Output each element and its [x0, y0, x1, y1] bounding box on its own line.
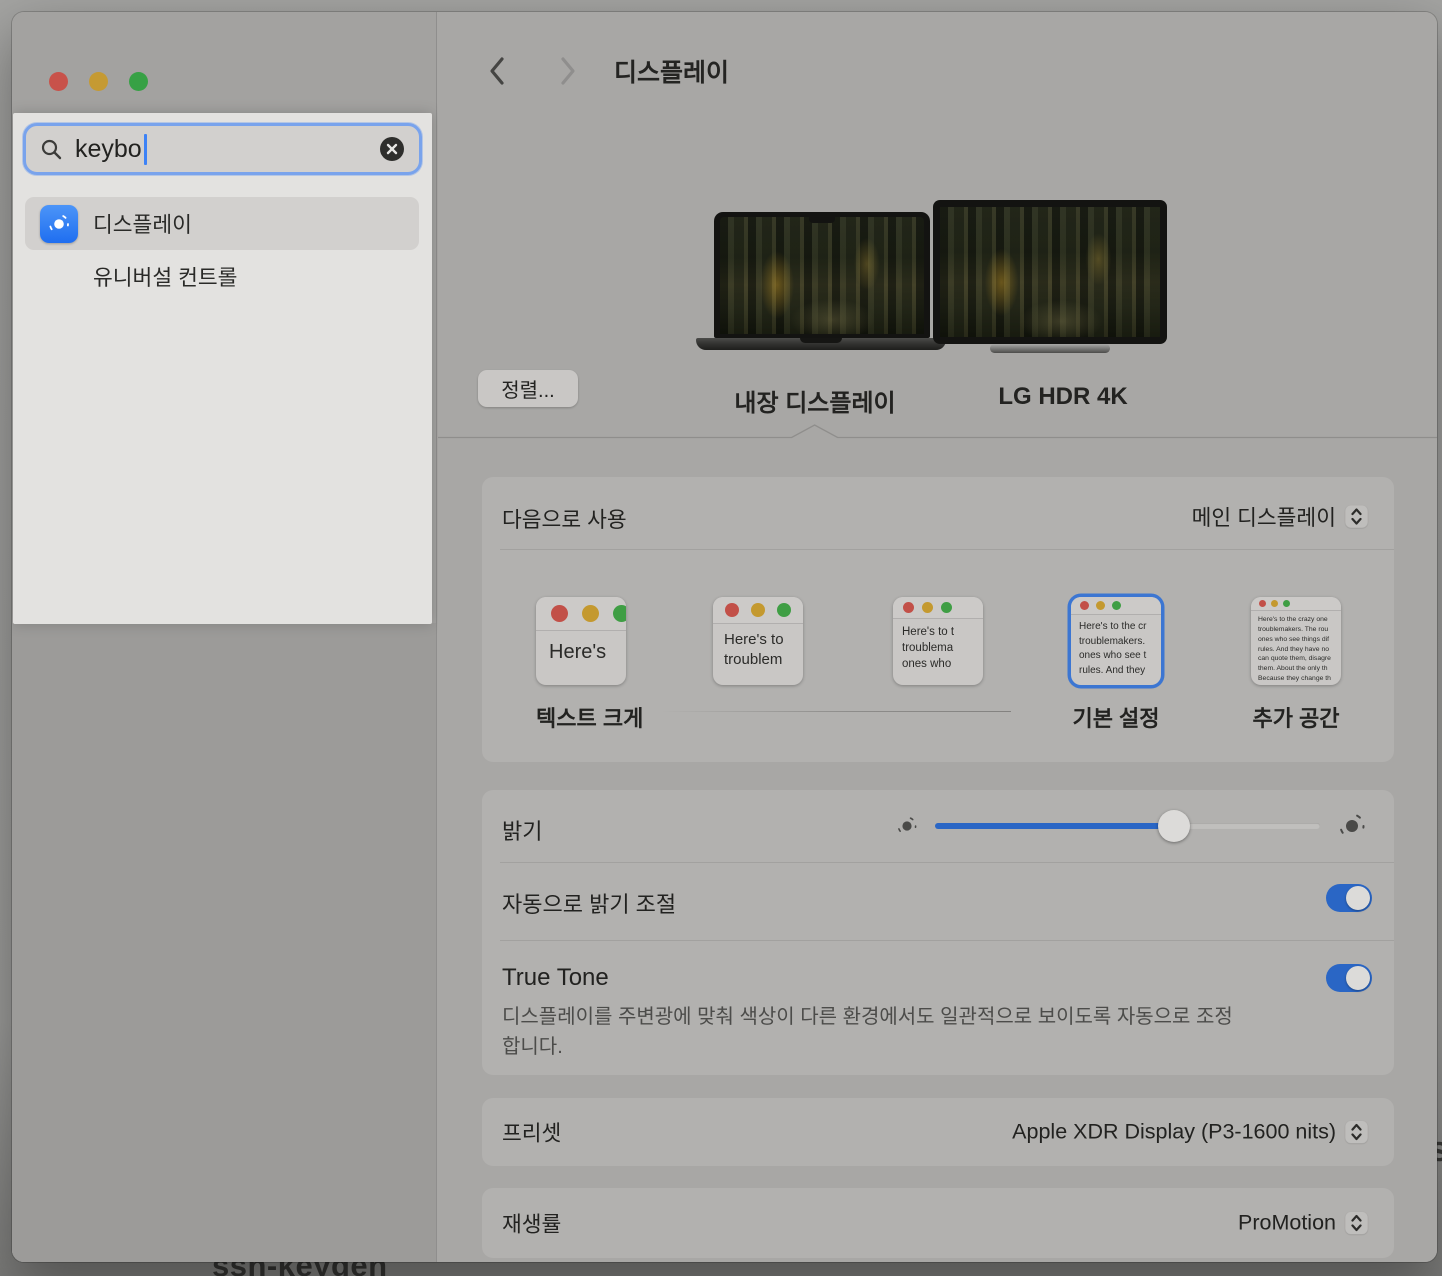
preset-value: Apple XDR Display (P3-1600 nits): [1012, 1120, 1336, 1145]
brightness-label: 밝기: [502, 814, 542, 846]
builtin-display-label: 내장 디스플레이: [734, 383, 895, 418]
scaling-preview-window: Here's to ttroublemaones who: [893, 597, 983, 685]
scaling-option-label: 기본 설정: [1071, 701, 1161, 733]
auto-brightness-row: 자동으로 밝기 조절: [502, 862, 1394, 940]
section-divider-with-notch: [438, 424, 1437, 440]
true-tone-description: 디스플레이를 주변광에 맞춰 색상이 다른 환경에서도 일관적으로 보이도록 자…: [502, 1002, 1242, 1062]
search-value: keybo: [75, 135, 142, 164]
screen: ssh-keygen s: [0, 0, 1442, 1276]
lg-display-label: LG HDR 4K: [998, 383, 1127, 411]
refresh-rate-dropdown[interactable]: [1345, 1212, 1368, 1235]
refresh-rate-label: 재생률: [502, 1208, 561, 1239]
preview-traffic-lights: [1071, 597, 1161, 615]
scaling-option-3[interactable]: Here's to the crtroublemakers.ones who s…: [1071, 597, 1161, 733]
true-tone-row: True Tone 디스플레이를 주변광에 맞춰 색상이 다른 환경에서도 일관…: [502, 940, 1394, 1075]
preset-label: 프리셋: [502, 1117, 561, 1148]
laptop-base: [696, 338, 946, 350]
zoom-button[interactable]: [129, 72, 148, 91]
display-settings-pane: 디스플레이 내장 디스플레이 LG HDR 4K 정렬... 다음으로 사용: [438, 12, 1437, 1262]
preset-row: 프리셋 Apple XDR Display (P3-1600 nits): [502, 1098, 1394, 1166]
display-thumbnail-builtin[interactable]: [714, 212, 930, 338]
preview-text: Here's to the crazy onetroublemakers. Th…: [1251, 611, 1341, 684]
close-button[interactable]: [49, 72, 68, 91]
scaling-option-0[interactable]: Here's 텍스트 크게: [536, 597, 626, 733]
preview-text: Here's totroublem: [713, 624, 803, 671]
wallpaper-preview: [720, 217, 924, 334]
auto-brightness-label: 자동으로 밝기 조절: [502, 887, 676, 919]
true-tone-label: True Tone: [502, 964, 609, 992]
preview-traffic-lights: [536, 597, 626, 631]
back-button[interactable]: [480, 52, 514, 90]
auto-brightness-toggle[interactable]: [1326, 884, 1372, 912]
resolution-card: 다음으로 사용 메인 디스플레이 Here's 텍스트 크게 Here's totr…: [482, 477, 1394, 762]
brightness-slider[interactable]: [935, 810, 1320, 842]
brightness-card: 밝기: [482, 790, 1394, 1075]
refresh-rate-row: 재생률 ProMotion: [502, 1188, 1394, 1258]
search-result-label: 디스플레이: [93, 208, 192, 239]
scaling-preview-window: Here's: [536, 597, 626, 685]
scaling-option-label: 텍스트 크게: [536, 701, 626, 733]
refresh-rate-card: 재생률 ProMotion: [482, 1188, 1394, 1258]
preview-text: Here's to the crtroublemakers.ones who s…: [1071, 615, 1161, 678]
display-thumbnail-lg-hdr-4k[interactable]: [933, 200, 1167, 344]
preview-text: Here's: [536, 631, 626, 665]
use-as-value: 메인 디스플레이: [1192, 501, 1336, 532]
sidebar-dimmed-area: [12, 623, 436, 1262]
search-results: 디스플레이유니버설 컨트롤: [25, 197, 419, 303]
arrange-button[interactable]: 정렬...: [478, 370, 578, 407]
slider-fill: [935, 823, 1174, 829]
search-highlight-panel: keybo 디스플레이유니버설 컨트롤: [13, 113, 432, 624]
refresh-rate-value: ProMotion: [1238, 1211, 1336, 1236]
scaling-option-label: 추가 공간: [1251, 701, 1341, 733]
preview-traffic-lights: [713, 597, 803, 624]
scaling-option-1[interactable]: Here's totroublem: [713, 597, 803, 685]
search-result-0[interactable]: 디스플레이: [25, 197, 419, 250]
slider-thumb[interactable]: [1158, 810, 1190, 842]
scaling-options: Here's 텍스트 크게 Here's totroublem Here's to t…: [482, 597, 1394, 757]
forward-button[interactable]: [551, 52, 585, 90]
page-title: 디스플레이: [614, 53, 729, 89]
preset-dropdown[interactable]: [1345, 1121, 1368, 1144]
search-result-1[interactable]: 유니버설 컨트롤: [25, 250, 419, 303]
preview-traffic-lights: [1251, 597, 1341, 611]
system-settings-window: keybo 디스플레이유니버설 컨트롤: [12, 12, 1437, 1262]
use-as-label: 다음으로 사용: [502, 503, 627, 534]
sun-small-icon: [895, 814, 919, 838]
monitor-stand: [990, 344, 1110, 353]
search-input[interactable]: keybo: [23, 123, 422, 175]
text-caret: [144, 134, 147, 165]
scaling-option-2[interactable]: Here's to ttroublemaones who: [893, 597, 983, 685]
sun-large-icon: [1336, 810, 1368, 842]
use-as-row: 다음으로 사용 메인 디스플레이: [502, 477, 1394, 549]
scaling-preview-window: Here's to the crtroublemakers.ones who s…: [1071, 597, 1161, 685]
sidebar: keybo 디스플레이유니버설 컨트롤: [12, 12, 437, 1262]
preset-card: 프리셋 Apple XDR Display (P3-1600 nits): [482, 1098, 1394, 1166]
scaling-option-4[interactable]: Here's to the crazy onetroublemakers. Th…: [1251, 597, 1341, 733]
scaling-preview-window: Here's to the crazy onetroublemakers. Th…: [1251, 597, 1341, 685]
clear-search-button[interactable]: [379, 136, 405, 162]
wallpaper-preview: [940, 207, 1160, 337]
minimize-button[interactable]: [89, 72, 108, 91]
scaling-midline: [661, 711, 1011, 712]
search-result-label: 유니버설 컨트롤: [93, 261, 237, 292]
preview-text: Here's to ttroublemaones who: [893, 619, 983, 672]
brightness-icon: [40, 205, 78, 243]
magnifier-icon: [40, 138, 63, 161]
scaling-preview-window: Here's totroublem: [713, 597, 803, 685]
true-tone-toggle[interactable]: [1326, 964, 1372, 992]
window-controls: [49, 72, 148, 91]
use-as-dropdown[interactable]: [1345, 505, 1368, 528]
separator: [500, 549, 1394, 550]
preview-traffic-lights: [893, 597, 983, 619]
